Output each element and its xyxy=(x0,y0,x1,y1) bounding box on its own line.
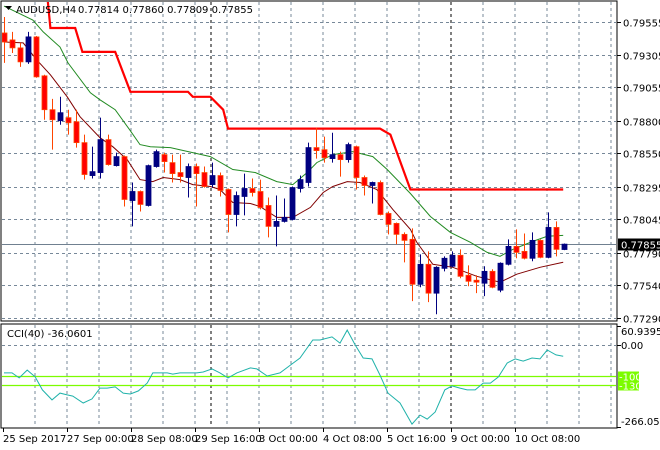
price-label: 0.79555 xyxy=(623,19,660,30)
candle-bullish xyxy=(129,191,136,201)
candle-bearish xyxy=(361,177,368,186)
candle-bearish xyxy=(177,172,184,177)
candle-bullish xyxy=(273,221,280,227)
candle-bearish xyxy=(137,191,144,205)
price-label: 0.77290 xyxy=(623,315,660,326)
candle-bullish xyxy=(433,266,440,294)
candle-bearish xyxy=(537,239,544,258)
chart-ohlc: 0.77814 0.77860 0.77809 0.77855 xyxy=(78,5,253,16)
current-price-label: 0.77855 xyxy=(621,241,660,252)
candle-bearish xyxy=(385,213,392,225)
candle-bearish xyxy=(217,175,224,191)
candle-bearish xyxy=(225,189,232,215)
candle-bullish xyxy=(89,171,96,176)
candle-bullish xyxy=(113,156,120,167)
candle-bearish xyxy=(513,245,520,253)
candle-bullish xyxy=(97,139,104,173)
candle-bearish xyxy=(201,172,208,187)
candle-bearish xyxy=(473,279,480,283)
candle-bearish xyxy=(313,147,320,151)
candle-bearish xyxy=(65,117,72,124)
chart-symbol: AUDUSD,H4 xyxy=(16,5,76,16)
price-label: 0.79055 xyxy=(623,84,660,95)
candle-bearish xyxy=(33,36,40,78)
candle-bearish xyxy=(465,274,472,282)
candle-bearish xyxy=(337,154,344,161)
candle-bullish xyxy=(153,151,160,167)
candle-bearish xyxy=(2,32,8,43)
time-label: 29 Sep 16:00 xyxy=(195,434,262,445)
time-label: 28 Sep 08:00 xyxy=(131,434,198,445)
candle-bearish xyxy=(81,142,88,175)
time-label: 10 Oct 08:00 xyxy=(515,434,580,445)
time-label: 5 Oct 16:00 xyxy=(387,434,446,445)
candle-bullish xyxy=(481,270,488,284)
time-label: 25 Sep 2017 xyxy=(3,434,66,445)
time-label: 3 Oct 00:00 xyxy=(259,434,318,445)
candle-bullish xyxy=(297,179,304,189)
cci-scale-label: 0.00 xyxy=(621,341,643,352)
candle-bullish xyxy=(545,227,552,258)
candle-bearish xyxy=(425,263,432,294)
candle-bearish xyxy=(393,222,400,235)
time-label: 9 Oct 00:00 xyxy=(451,434,510,445)
price-label: 0.77540 xyxy=(623,282,660,293)
candle-bullish xyxy=(233,195,240,215)
candle-bearish xyxy=(105,139,112,165)
candle-bullish xyxy=(185,166,192,178)
candle-bullish xyxy=(449,254,456,267)
candle-bullish xyxy=(561,243,568,250)
candle-bearish xyxy=(377,182,384,215)
candle-bullish xyxy=(329,154,336,159)
candle-bearish xyxy=(17,47,24,63)
candle-bearish xyxy=(121,156,128,200)
candle-bullish xyxy=(289,187,296,220)
candle-bullish xyxy=(369,182,376,186)
price-label: 0.78295 xyxy=(623,184,660,195)
candle-bearish xyxy=(257,191,264,208)
candle-bearish xyxy=(521,250,528,259)
price-label: 0.78045 xyxy=(623,216,660,227)
cci-scale-label: 60.9395 xyxy=(621,327,660,338)
candle-bearish xyxy=(321,149,328,159)
candle-bullish xyxy=(497,262,504,291)
time-label: 4 Oct 08:00 xyxy=(323,434,382,445)
candle-bearish xyxy=(9,39,16,49)
candle-bullish xyxy=(305,147,312,183)
candle-bullish xyxy=(505,245,512,265)
candle-bullish xyxy=(417,263,424,285)
candle-bearish xyxy=(41,75,48,111)
candle-bearish xyxy=(249,188,256,193)
time-label: 27 Sep 00:00 xyxy=(67,434,134,445)
candle-bearish xyxy=(489,270,496,288)
candle-bullish xyxy=(209,175,216,185)
candle-bullish xyxy=(281,216,288,222)
price-label: 0.79305 xyxy=(623,52,660,63)
candle-bearish xyxy=(353,146,360,178)
candle-bearish xyxy=(193,166,200,174)
candle-bearish xyxy=(49,109,56,121)
candle-bullish xyxy=(529,239,536,259)
price-chart[interactable]: 0.79555 0.79305 0.79055 0.78800 0.78550 0.782… xyxy=(0,0,660,450)
candle-bullish xyxy=(25,36,32,63)
candle-bearish xyxy=(401,233,408,241)
price-label: 0.78550 xyxy=(623,150,660,161)
candle-bullish xyxy=(441,257,448,269)
candle-bearish xyxy=(553,227,560,250)
candle-bearish xyxy=(161,154,168,162)
candle-bearish xyxy=(265,205,272,227)
cci-scale-label: -266.0518 xyxy=(621,417,660,428)
candle-bullish xyxy=(241,188,248,197)
candle-bearish xyxy=(73,121,80,144)
price-label: 0.78800 xyxy=(623,118,660,129)
candle-bearish xyxy=(169,162,176,174)
cci-label: CCI(40) -36.0601 xyxy=(7,329,93,340)
cci-level-label: -130 xyxy=(619,382,642,393)
candle-bearish xyxy=(457,254,464,277)
candle-bullish xyxy=(345,144,352,161)
candle-bullish xyxy=(145,165,152,206)
candle-bearish xyxy=(409,238,416,285)
candle-bullish xyxy=(57,112,64,122)
